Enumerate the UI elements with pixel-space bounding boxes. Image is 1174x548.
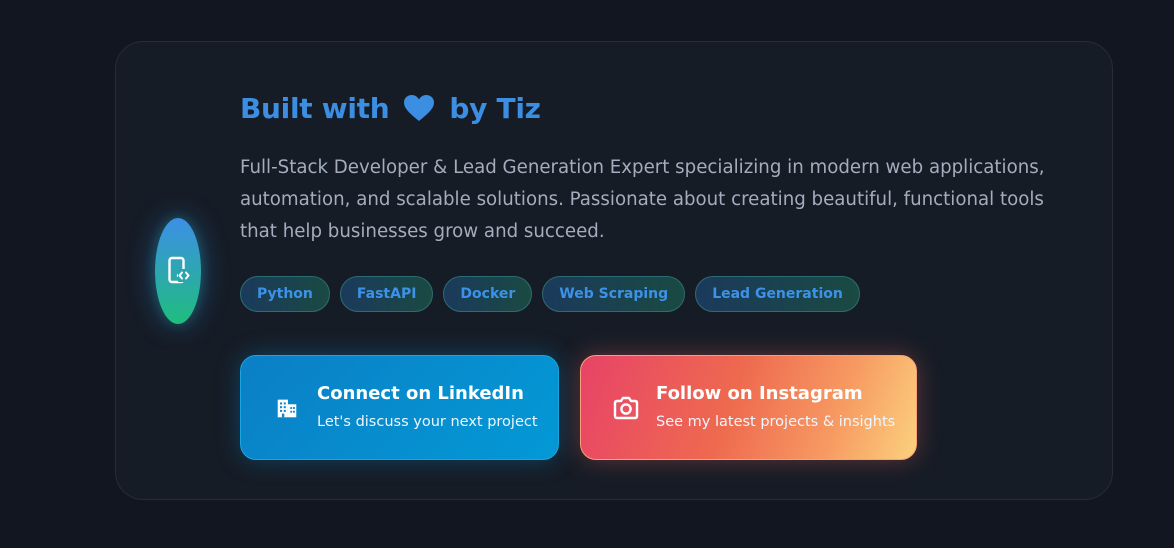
- tag-python: Python: [240, 276, 330, 312]
- instagram-button-text: Follow on Instagram See my latest projec…: [656, 382, 895, 433]
- heart-icon: [403, 94, 435, 122]
- linkedin-button-label: Connect on LinkedIn: [317, 383, 524, 404]
- mobile-code-icon: [168, 256, 190, 284]
- instagram-button[interactable]: Follow on Instagram See my latest projec…: [580, 355, 917, 460]
- building-icon: [273, 394, 301, 422]
- avatar: [155, 218, 201, 324]
- tag-fastapi: FastAPI: [339, 276, 434, 312]
- tag-docker: Docker: [443, 276, 533, 312]
- page-title: Built with by Tiz: [240, 88, 541, 128]
- instagram-button-sublabel: See my latest projects & insights: [656, 414, 896, 430]
- linkedin-button-text: Connect on LinkedIn Let's discuss your n…: [317, 382, 538, 433]
- title-prefix: Built with: [240, 91, 390, 125]
- linkedin-button[interactable]: Connect on LinkedIn Let's discuss your n…: [240, 355, 559, 460]
- skill-tags: Python FastAPI Docker Web Scraping Lead …: [240, 276, 860, 312]
- instagram-button-label: Follow on Instagram: [656, 383, 863, 404]
- tag-web-scraping: Web Scraping: [542, 276, 686, 312]
- tag-lead-generation: Lead Generation: [695, 276, 860, 312]
- linkedin-button-sublabel: Let's discuss your next project: [317, 414, 538, 430]
- bio-description: Full-Stack Developer & Lead Generation E…: [240, 157, 1045, 242]
- title-suffix: by Tiz: [449, 91, 541, 125]
- camera-icon: [612, 394, 640, 422]
